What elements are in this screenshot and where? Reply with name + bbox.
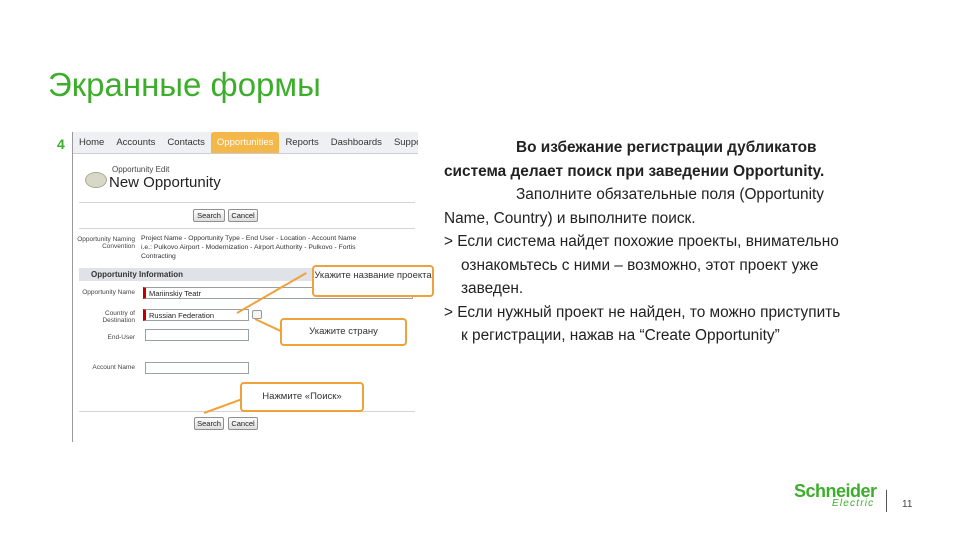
account-name-field[interactable] xyxy=(145,362,249,374)
cancel-button-top[interactable]: Cancel xyxy=(228,209,258,222)
callout-project-name: Укажите название проекта xyxy=(312,265,434,297)
tab-bar: Home Accounts Contacts Opportunities Rep… xyxy=(73,132,418,154)
slide-title: Экранные формы xyxy=(48,66,321,103)
page-heading: New Opportunity xyxy=(109,174,221,191)
search-button-top[interactable]: Search xyxy=(193,209,225,222)
end-user-field[interactable] xyxy=(145,329,249,341)
lookup-icon[interactable] xyxy=(252,310,262,319)
tab-opportunities[interactable]: Opportunities xyxy=(210,132,280,153)
body-line-2: система делает поиск при заведении Oppor… xyxy=(444,162,825,180)
bullet-1-line-a: > Если система найдет похожие проекты, в… xyxy=(444,233,839,250)
naming-line-3: Contracting xyxy=(141,253,176,260)
country-field[interactable]: Russian Federation xyxy=(143,309,249,321)
brand-logo-sub: Electric xyxy=(832,498,875,509)
divider xyxy=(79,228,415,229)
callout-search: Нажмите «Поиск» xyxy=(240,382,364,412)
naming-line-1: Project Name - Opportunity Type - End Us… xyxy=(141,235,357,242)
tab-home[interactable]: Home xyxy=(73,132,110,153)
step-number: 4 xyxy=(57,136,65,152)
body-line-1: Во избежание регистрации дубликатов xyxy=(516,139,817,156)
body-line-3: Заполните обязательные поля (Opportunity xyxy=(516,186,824,203)
instruction-text: Во избежание регистрации дубликатов сист… xyxy=(444,136,918,348)
logo-divider xyxy=(886,490,887,512)
tab-dashboards[interactable]: Dashboards xyxy=(325,132,388,153)
tab-support[interactable]: Suppo xyxy=(388,132,418,153)
bullet-2-line-b: к регистрации, нажав на “Create Opportun… xyxy=(461,327,780,344)
callout-country: Укажите страну xyxy=(280,318,407,346)
opportunity-name-label: Opportunity Name xyxy=(82,289,135,296)
bullet-2-line-a: > Если нужный проект не найден, то можно… xyxy=(444,303,841,321)
body-line-4: Name, Country) и выполните поиск. xyxy=(444,209,696,227)
cancel-button-bottom[interactable]: Cancel xyxy=(228,417,258,430)
account-name-label: Account Name xyxy=(92,364,135,371)
page-subtitle: Opportunity Edit xyxy=(112,165,170,174)
search-button-bottom[interactable]: Search xyxy=(194,417,224,430)
tab-reports[interactable]: Reports xyxy=(279,132,324,153)
page-number: 11 xyxy=(902,499,913,510)
naming-line-2: i.e.: Pulkovo Airport - Modernization - … xyxy=(141,244,356,251)
divider xyxy=(79,202,415,203)
tab-contacts[interactable]: Contacts xyxy=(161,132,211,153)
naming-convention-label: Opportunity Naming Convention xyxy=(77,236,135,250)
country-label: Country of Destination xyxy=(102,310,135,324)
bullet-1-line-b: ознакомьтесь с ними – возможно, этот про… xyxy=(461,256,819,274)
tab-accounts[interactable]: Accounts xyxy=(110,132,161,153)
opportunity-icon xyxy=(85,172,107,188)
bullet-1-line-c: заведен. xyxy=(461,280,524,297)
end-user-label: End-User xyxy=(107,334,135,341)
